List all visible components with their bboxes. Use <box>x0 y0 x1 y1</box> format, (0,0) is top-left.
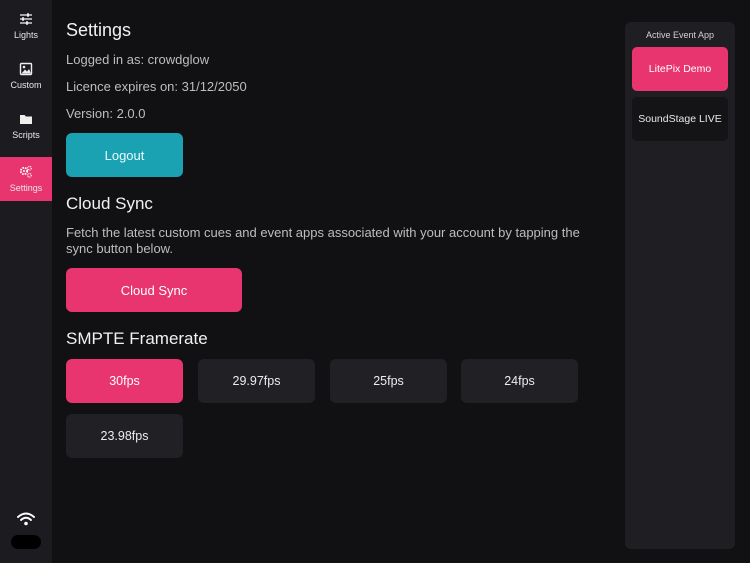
fps-option-30[interactable]: 30fps <box>66 359 183 403</box>
logged-in-text: Logged in as: crowdglow <box>66 52 210 67</box>
cloud-sync-button[interactable]: Cloud Sync <box>66 268 242 312</box>
event-app-soundstage-live[interactable]: SoundStage LIVE <box>632 97 728 141</box>
version-text: Version: 2.0.0 <box>66 106 146 121</box>
sidebar-item-label: Lights <box>13 30 39 40</box>
gears-icon <box>19 165 32 178</box>
smpte-title: SMPTE Framerate <box>66 329 208 348</box>
sidebar-item-label: Custom <box>10 80 42 90</box>
app-root: Lights Custom Scripts Settings Settings … <box>0 0 750 563</box>
fps-option-29-97[interactable]: 29.97fps <box>198 359 315 403</box>
page-title: Settings <box>66 20 132 40</box>
sidebar-item-scripts[interactable]: Scripts <box>0 104 52 148</box>
sliders-icon <box>20 13 32 25</box>
licence-text: Licence expires on: 31/12/2050 <box>66 79 247 94</box>
sidebar-item-lights[interactable]: Lights <box>0 4 52 48</box>
cloud-sync-description: Fetch the latest custom cues and event a… <box>66 225 580 256</box>
sidebar-item-settings[interactable]: Settings <box>0 157 52 201</box>
event-app-litepix-demo[interactable]: LitePix Demo <box>632 47 728 91</box>
sidebar-item-label: Settings <box>9 183 43 193</box>
panel-title: Active Event App <box>645 30 715 40</box>
sidebar-item-custom[interactable]: Custom <box>0 54 52 98</box>
sidebar: Lights Custom Scripts Settings <box>0 0 52 563</box>
fps-option-23-98[interactable]: 23.98fps <box>66 414 183 458</box>
fps-option-24[interactable]: 24fps <box>461 359 578 403</box>
active-event-app-panel: Active Event App LitePix Demo SoundStage… <box>625 22 735 549</box>
image-icon <box>19 62 33 76</box>
folder-icon <box>20 115 32 124</box>
settings-content: Settings Logged in as: crowdglow Licence… <box>66 0 606 563</box>
cloud-sync-title: Cloud Sync <box>66 194 153 213</box>
status-indicator <box>11 535 41 549</box>
logout-button[interactable]: Logout <box>66 133 183 177</box>
sidebar-item-label: Scripts <box>12 130 40 140</box>
wifi-icon <box>17 512 35 526</box>
fps-option-25[interactable]: 25fps <box>330 359 447 403</box>
